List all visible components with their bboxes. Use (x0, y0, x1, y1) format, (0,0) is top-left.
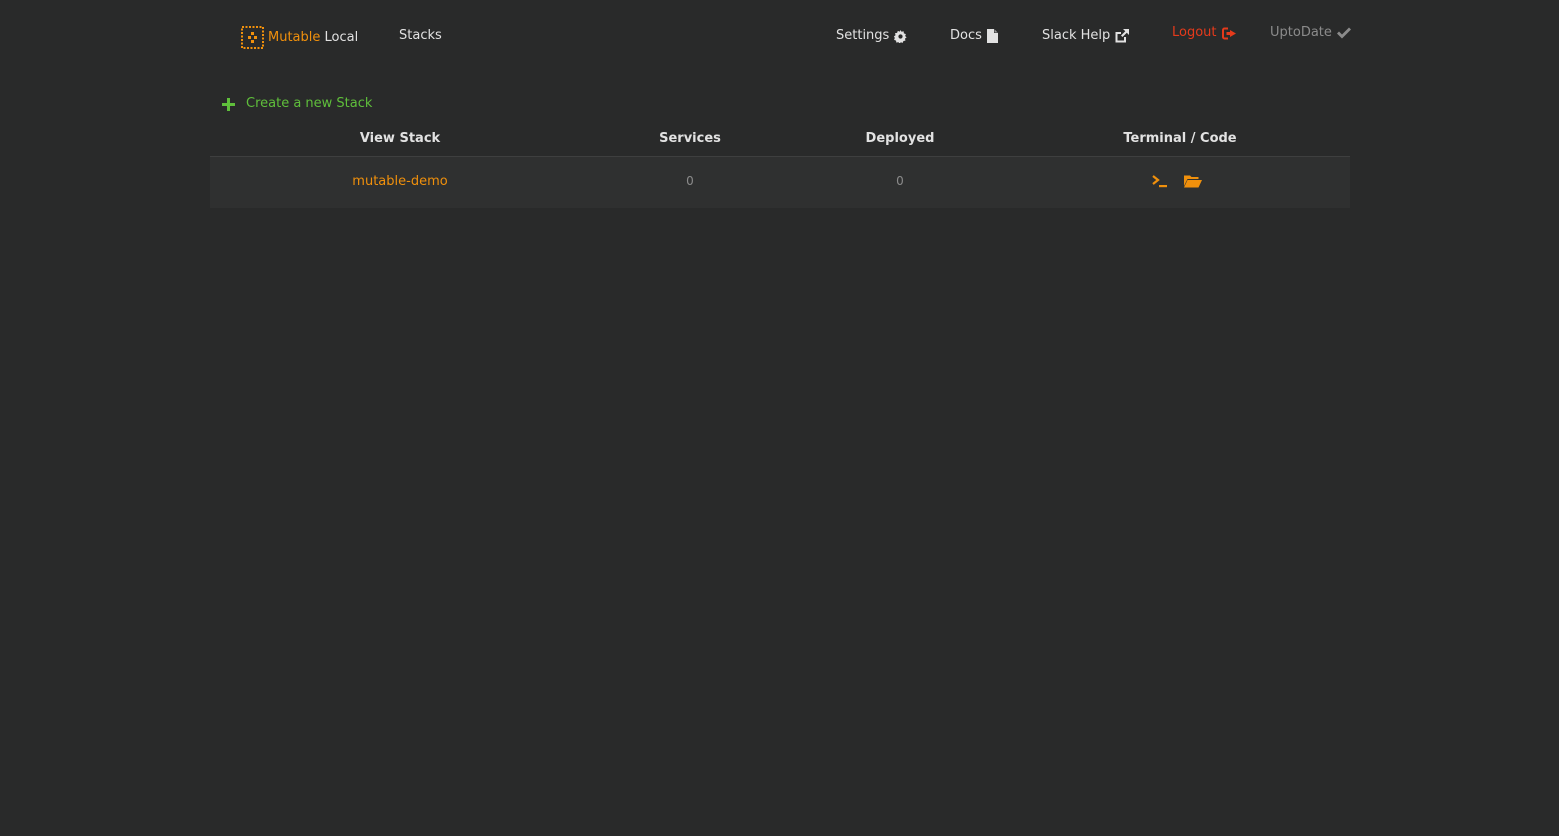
terminal-icon[interactable] (1152, 174, 1168, 188)
nav-logout-link[interactable]: Logout (1172, 24, 1237, 42)
stacks-table: View Stack Services Deployed Terminal / … (210, 122, 1350, 208)
file-icon (986, 29, 998, 43)
header-view-stack: View Stack (359, 131, 441, 146)
nav-logout-label: Logout (1172, 25, 1217, 40)
nav-settings-label: Settings (836, 28, 890, 43)
stack-name-link[interactable]: mutable-demo (352, 174, 447, 189)
deployed-count: 0 (896, 174, 904, 188)
nav-docs-label: Docs (950, 28, 982, 43)
uptodate-label: UptoDate (1270, 25, 1332, 40)
brand-name-mutable: Mutable (268, 30, 321, 45)
check-icon (1336, 27, 1351, 39)
nav-slack-help-label: Slack Help (1042, 28, 1111, 43)
brand-name-local: Local (324, 30, 359, 45)
header-terminal-code: Terminal / Code (1123, 131, 1237, 146)
external-link-icon (1115, 29, 1130, 43)
plus-icon (222, 97, 235, 111)
nav-docs-link[interactable]: Docs (950, 27, 998, 45)
nav-slack-help-link[interactable]: Slack Help (1042, 27, 1130, 45)
folder-open-icon[interactable] (1184, 174, 1202, 188)
nav-settings-link[interactable]: Settings (836, 27, 907, 45)
create-stack-label: Create a new Stack (246, 96, 373, 111)
header-deployed: Deployed (865, 131, 935, 146)
table-header: View Stack Services Deployed Terminal / … (210, 122, 1350, 157)
nav-stacks-label: Stacks (399, 28, 442, 43)
header-services: Services (659, 131, 721, 146)
create-stack-link[interactable]: Create a new Stack (222, 95, 372, 113)
brand-home-link[interactable]: Mutable Local (241, 26, 358, 49)
table-row: mutable-demo 0 0 (210, 157, 1350, 208)
services-count: 0 (686, 174, 694, 188)
top-navbar: Mutable Local Stacks Settings Docs Slack… (0, 0, 1559, 72)
mutable-logo-icon (241, 26, 264, 49)
sign-out-icon (1221, 27, 1236, 39)
gear-icon (894, 29, 907, 43)
uptodate-status: UptoDate (1270, 24, 1351, 42)
row-actions (1152, 174, 1202, 188)
nav-stacks-link[interactable]: Stacks (399, 27, 442, 45)
